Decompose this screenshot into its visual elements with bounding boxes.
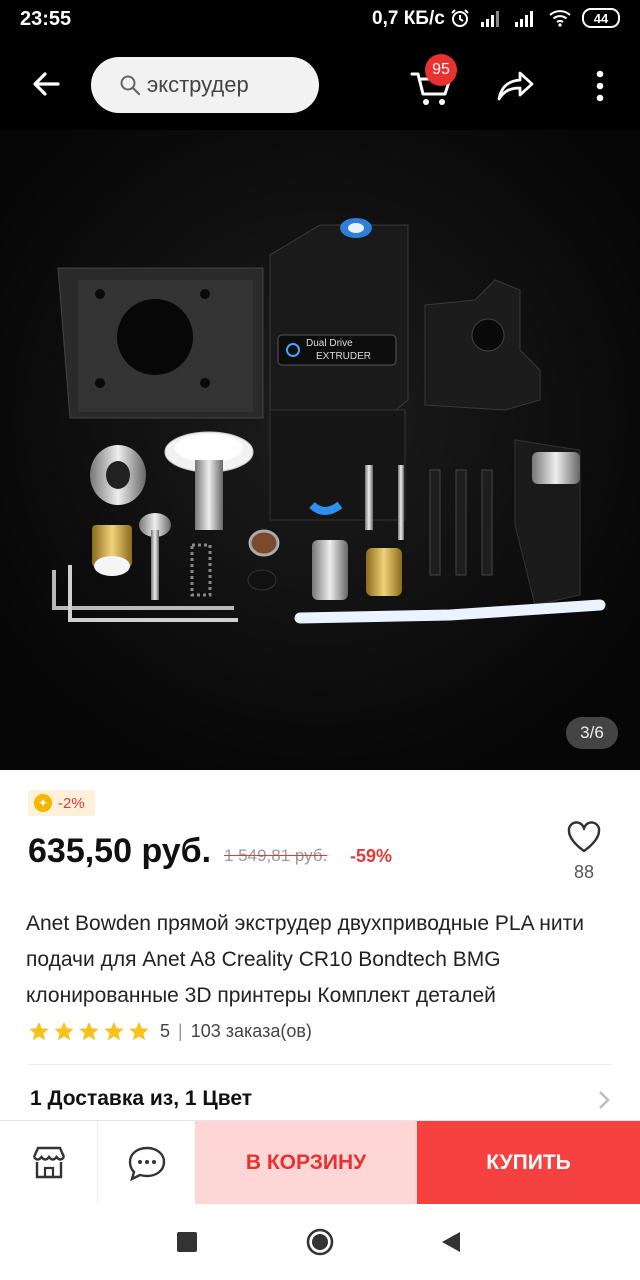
coupon-badge[interactable]: ✦ -2% — [28, 790, 95, 816]
image-counter: 3/6 — [566, 717, 618, 749]
wishlist-heart-icon[interactable] — [566, 820, 602, 854]
extruder-kit-image: Dual Drive EXTRUDER — [0, 130, 640, 770]
search-text: экструдер — [147, 72, 249, 97]
search-icon — [120, 75, 141, 96]
label-extruder: EXTRUDER — [316, 351, 371, 362]
add-to-cart-button[interactable]: В КОРЗИНУ — [195, 1121, 417, 1205]
back-arrow-icon[interactable] — [28, 66, 64, 102]
battery-icon: 44 — [582, 8, 620, 28]
cart-count-badge: 95 — [425, 54, 457, 86]
home-icon[interactable] — [306, 1228, 334, 1256]
alarm-icon — [451, 9, 469, 27]
rating-separator: | — [178, 1020, 183, 1041]
product-title: Anet Bowden прямой экструдер двухприводн… — [26, 912, 584, 1007]
signal-icon — [481, 11, 499, 27]
recents-icon[interactable] — [177, 1232, 197, 1252]
store-icon — [32, 1146, 65, 1179]
chat-button[interactable] — [98, 1121, 195, 1205]
product-image[interactable]: Dual Drive EXTRUDER — [0, 130, 640, 770]
divider — [28, 1064, 612, 1065]
chat-icon — [128, 1146, 165, 1182]
status-icons: 44 — [450, 8, 620, 28]
chevron-right-icon[interactable] — [597, 1089, 611, 1111]
more-options-icon[interactable] — [590, 68, 610, 104]
system-back-icon[interactable] — [440, 1230, 462, 1254]
star-icon — [54, 1021, 74, 1041]
coupon-icon: ✦ — [34, 794, 52, 812]
clock: 23:55 — [20, 8, 72, 30]
buy-now-button[interactable]: КУПИТЬ — [417, 1121, 640, 1205]
star-icon — [29, 1021, 49, 1041]
wifi-icon — [549, 10, 571, 27]
star-icon — [79, 1021, 99, 1041]
search-field[interactable]: экструдер — [91, 57, 319, 113]
star-icon — [104, 1021, 124, 1041]
bottom-action-bar: В КОРЗИНУ КУПИТЬ — [0, 1120, 640, 1205]
shipping-options[interactable]: 1 Доставка из, 1 Цвет — [30, 1087, 252, 1111]
signal-icon-2 — [515, 11, 533, 27]
old-price: 1 549,81 руб. — [224, 846, 328, 865]
share-icon[interactable] — [496, 68, 536, 104]
store-button[interactable] — [0, 1121, 98, 1205]
discount-percent: -59% — [350, 846, 393, 866]
rating-score: 5 — [160, 1020, 171, 1041]
current-price: 635,50 руб. — [28, 832, 212, 870]
star-icon — [129, 1021, 149, 1041]
app-bar: экструдер 95 — [0, 40, 640, 130]
orders-count: 103 заказа(ов) — [190, 1020, 312, 1041]
network-speed: 0,7 КБ/с — [372, 8, 445, 29]
wishlist-count: 88 — [573, 862, 595, 882]
star-rating — [28, 1020, 150, 1042]
system-nav-bar — [0, 1204, 640, 1280]
label-dual-drive: Dual Drive — [306, 338, 353, 349]
coupon-value: -2% — [58, 794, 85, 812]
rating-row[interactable]: 5 | 103 заказа(ов) — [28, 1020, 312, 1042]
status-bar: 23:55 0,7 КБ/с 44 — [0, 0, 640, 40]
